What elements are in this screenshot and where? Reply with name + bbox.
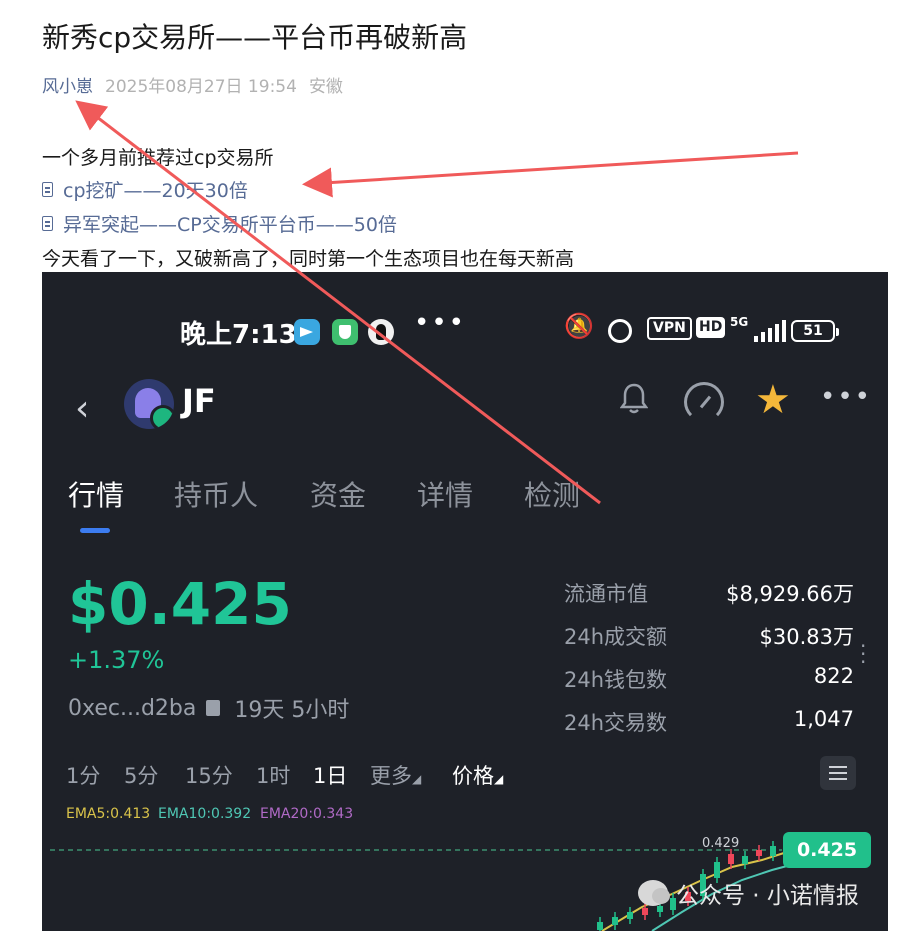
annotation-arrow — [302, 151, 799, 198]
annotation-arrows — [75, 100, 799, 505]
annotation-arrow — [75, 100, 601, 505]
